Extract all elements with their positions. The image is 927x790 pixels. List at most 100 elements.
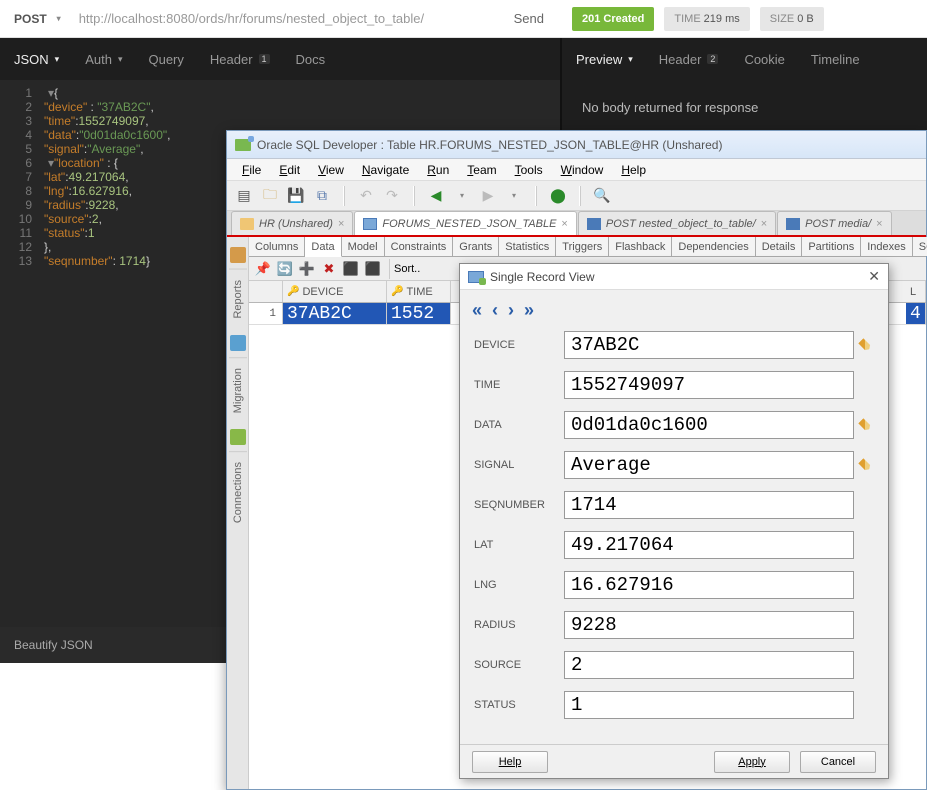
next-record-icon[interactable]: › [508,300,514,321]
col-time[interactable]: TIME [406,286,432,298]
tab-preview[interactable]: Preview▾ [576,52,633,67]
refresh-icon[interactable]: 🔄 [275,259,295,279]
doc-tab[interactable]: POST nested_object_to_table/× [578,211,776,235]
close-tab-icon[interactable]: × [561,218,567,230]
menu-run[interactable]: Run [418,163,458,177]
menu-view[interactable]: View [309,163,353,177]
edit-icon[interactable] [856,331,874,359]
coltab-grants[interactable]: Grants [453,237,499,256]
save-all-icon[interactable]: ⧉ [311,185,333,207]
tab-auth[interactable]: Auth▾ [85,52,122,67]
tab-query[interactable]: Query [148,52,183,67]
tab-cookie[interactable]: Cookie [744,52,784,67]
add-row-icon[interactable]: ➕ [297,259,317,279]
close-icon[interactable]: ✕ [868,268,880,285]
url-input[interactable]: http://localhost:8080/ords/hr/forums/nes… [75,11,498,26]
menu-window[interactable]: Window [552,163,613,177]
close-tab-icon[interactable]: × [761,218,767,230]
doc-tab[interactable]: FORUMS_NESTED_JSON_TABLE× [354,211,576,235]
rollback-icon[interactable]: ⬛ [363,259,383,279]
coltab-flashback[interactable]: Flashback [609,237,672,256]
menu-file[interactable]: File [233,163,270,177]
field-status[interactable]: 1 [564,691,854,719]
side-tab-connections[interactable]: Connections [229,451,247,533]
close-tab-icon[interactable]: × [876,218,882,230]
col-l[interactable]: L [910,286,916,298]
field-seqnumber[interactable]: 1714 [564,491,854,519]
last-record-icon[interactable]: » [524,300,534,321]
app-icon [235,139,251,151]
field-lat[interactable]: 49.217064 [564,531,854,559]
open-icon[interactable]: 🗀 [259,185,281,207]
doc-tab[interactable]: POST media/× [777,211,891,235]
cell-time[interactable]: 1552 [387,303,451,324]
pin-icon[interactable]: 📌 [253,259,273,279]
field-lng[interactable]: 16.627916 [564,571,854,599]
commit-icon[interactable]: ⬛ [341,259,361,279]
side-tab-migration[interactable]: Migration [229,357,247,423]
redo-icon[interactable]: ↷ [381,185,403,207]
field-device[interactable]: 37AB2C [564,331,854,359]
coltab-statistics[interactable]: Statistics [499,237,556,256]
http-method-dropdown[interactable]: POST [0,12,75,26]
prev-record-icon[interactable]: ‹ [492,300,498,321]
field-radius[interactable]: 9228 [564,611,854,639]
new-icon[interactable]: ▤ [233,185,255,207]
send-button[interactable]: Send [498,11,560,26]
menu-help[interactable]: Help [612,163,655,177]
first-record-icon[interactable]: « [472,300,482,321]
coltab-details[interactable]: Details [756,237,803,256]
menu-navigate[interactable]: Navigate [353,163,418,177]
back-icon[interactable]: ◀ [425,185,447,207]
post-icon [587,218,601,230]
tab-json[interactable]: JSON▾ [14,52,59,67]
find-icon[interactable]: 🔍 [591,185,613,207]
coltab-model[interactable]: Model [342,237,385,256]
tab-timeline[interactable]: Timeline [811,52,860,67]
coltab-triggers[interactable]: Triggers [556,237,609,256]
migration-icon[interactable] [230,335,246,351]
edit-icon[interactable] [856,451,874,479]
close-tab-icon[interactable]: × [338,218,344,230]
coltab-partitions[interactable]: Partitions [802,237,861,256]
coltab-sql[interactable]: SQL [913,237,927,256]
col-device[interactable]: DEVICE [302,286,343,298]
side-tab-reports[interactable]: Reports [229,269,247,329]
forward-menu-icon[interactable]: ▾ [503,185,525,207]
coltab-data[interactable]: Data [305,237,341,257]
tab-docs[interactable]: Docs [296,52,326,67]
delete-row-icon[interactable]: ✖ [319,259,339,279]
cancel-button[interactable]: Cancel [800,751,876,773]
coltab-columns[interactable]: Columns [249,237,305,256]
connections-icon[interactable] [230,429,246,445]
menu-team[interactable]: Team [458,163,505,177]
undo-icon[interactable]: ↶ [355,185,377,207]
dialog-title-bar[interactable]: Single Record View ✕ [460,264,888,290]
coltab-indexes[interactable]: Indexes [861,237,913,256]
edit-icon[interactable] [856,411,874,439]
doc-tab[interactable]: HR (Unshared)× [231,211,353,235]
sql-icon[interactable]: ⬤ [547,185,569,207]
window-title-bar[interactable]: Oracle SQL Developer : Table HR.FORUMS_N… [227,131,926,159]
sort-button[interactable]: Sort.. [389,259,424,279]
tab-res-header[interactable]: Header2 [659,52,719,67]
menu-edit[interactable]: Edit [270,163,309,177]
tab-header[interactable]: Header1 [210,52,270,67]
forward-icon[interactable]: ▶ [477,185,499,207]
reports-icon[interactable] [230,247,246,263]
field-label: SEQNUMBER [474,499,564,511]
help-button[interactable]: Help [472,751,548,773]
cell-l[interactable]: 4 [906,303,926,324]
back-menu-icon[interactable]: ▾ [451,185,473,207]
cell-device[interactable]: 37AB2C [283,303,387,324]
apply-button[interactable]: Apply [714,751,790,773]
save-icon[interactable]: 💾 [285,185,307,207]
field-time[interactable]: 1552749097 [564,371,854,399]
edit-icon [856,691,874,719]
menu-tools[interactable]: Tools [506,163,552,177]
field-data[interactable]: 0d01da0c1600 [564,411,854,439]
field-source[interactable]: 2 [564,651,854,679]
field-signal[interactable]: Average [564,451,854,479]
coltab-constraints[interactable]: Constraints [385,237,454,256]
coltab-dependencies[interactable]: Dependencies [672,237,755,256]
